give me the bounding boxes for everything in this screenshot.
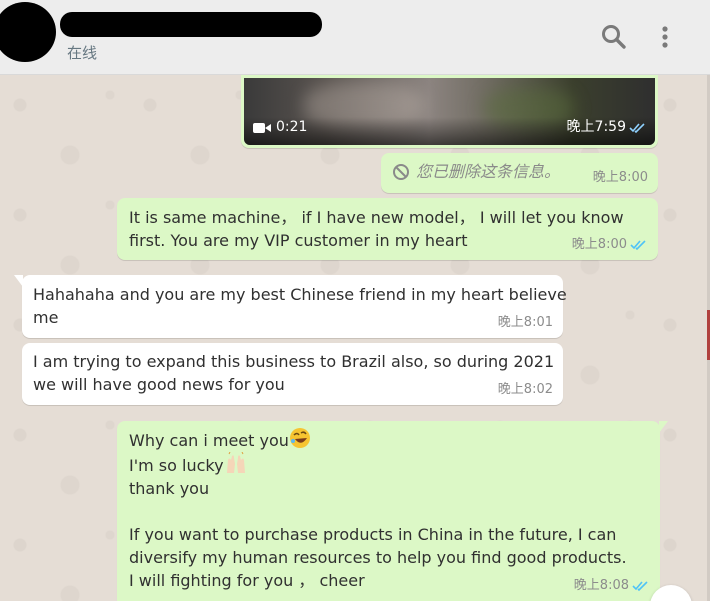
deleted-text-row: 您已删除这条信息。 xyxy=(392,160,560,183)
read-double-check-icon xyxy=(632,580,648,591)
contact-name-redacted[interactable] xyxy=(60,12,322,37)
message-time: 晚上8:01 xyxy=(497,315,553,330)
read-double-check-icon xyxy=(630,239,646,250)
message-line-text: I'm so lucky xyxy=(129,456,224,475)
rolling-laughing-emoji xyxy=(289,428,310,448)
message-time: 晚上8:08 xyxy=(573,578,629,593)
message-line: first. You are my VIP customer in my hea… xyxy=(129,231,468,250)
incoming-message[interactable]: I am trying to expand this business to B… xyxy=(22,343,563,405)
outgoing-message[interactable]: Why can i meet you I'm so lucky thank yo… xyxy=(117,421,668,601)
message-meta: 晚上8:00 xyxy=(572,233,648,256)
message-meta: 晚上8:02 xyxy=(498,378,553,401)
contact-avatar[interactable] xyxy=(0,2,56,62)
message-meta: 晚上8:08 xyxy=(574,574,650,597)
message-line: we will have good news for you xyxy=(33,375,285,394)
message-time: 晚上8:02 xyxy=(497,382,553,397)
more-vertical-icon[interactable] xyxy=(650,22,680,52)
contact-status: 在线 xyxy=(67,44,98,62)
deleted-message[interactable]: 您已删除这条信息。 晚上8:00 xyxy=(381,153,658,193)
message-meta: 晚上8:00 xyxy=(593,166,648,189)
message-line: I am trying to expand this business to B… xyxy=(33,352,555,371)
message-time: 晚上8:00 xyxy=(592,170,648,185)
message-line: thank you xyxy=(129,479,210,498)
video-thumbnail[interactable]: 0:21 晚上7:59 xyxy=(244,78,655,145)
read-double-check-icon xyxy=(629,122,645,133)
chat-header: 在线 xyxy=(0,0,710,75)
outgoing-message[interactable]: It is same machine， if I have new model，… xyxy=(117,198,658,260)
incoming-message[interactable]: Hahahaha and you are my best Chinese fri… xyxy=(14,275,567,338)
message-line: Why can i meet you xyxy=(129,427,648,452)
video-message[interactable]: 0:21 晚上7:59 xyxy=(241,75,658,148)
message-line: It is same machine， if I have new model，… xyxy=(129,208,624,227)
message-line: diversify my human resources to help you… xyxy=(129,548,627,567)
message-meta: 晚上7:59 xyxy=(567,116,647,139)
message-line: I will fighting for you ， cheer xyxy=(129,571,365,590)
message-line: If you want to purchase products in Chin… xyxy=(129,525,617,544)
message-line: Hahahaha and you are my best Chinese fri… xyxy=(33,285,567,304)
raising-hands-emoji xyxy=(226,452,245,473)
video-camera-icon xyxy=(253,122,271,133)
deleted-text: 您已删除这条信息。 xyxy=(416,162,561,181)
video-duration-text: 0:21 xyxy=(276,119,308,135)
message-line: I'm so lucky xyxy=(129,452,648,477)
message-line-text: Why can i meet you xyxy=(129,431,289,450)
blocked-icon xyxy=(393,163,409,180)
chat-area[interactable]: 0:21 晚上7:59 您已删除这条信息。 晚上8:00 It is same … xyxy=(0,75,710,601)
search-icon[interactable] xyxy=(599,22,629,52)
video-duration: 0:21 xyxy=(253,116,307,139)
message-line: me xyxy=(33,308,59,327)
message-time: 晚上7:59 xyxy=(566,119,626,135)
message-time: 晚上8:00 xyxy=(571,237,627,252)
message-meta: 晚上8:01 xyxy=(498,311,553,334)
